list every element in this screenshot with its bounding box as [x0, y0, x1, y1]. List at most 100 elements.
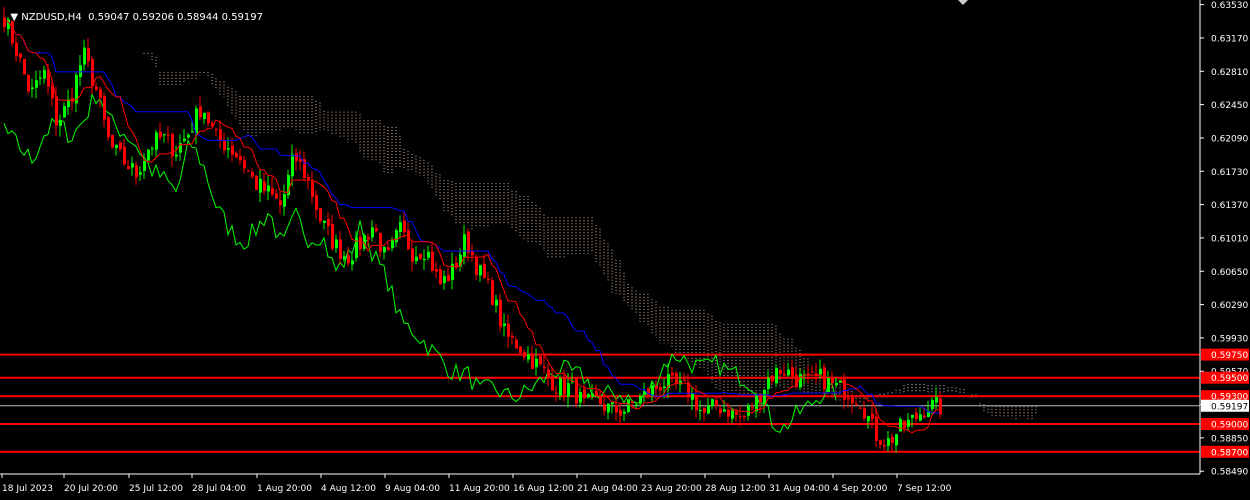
- candle-body: [167, 134, 170, 136]
- x-tick-label: 4 Sep 20:00: [833, 484, 888, 494]
- candle-body: [151, 148, 154, 150]
- candle-body: [923, 415, 926, 418]
- candle-body: [819, 368, 822, 375]
- y-tick-label: 0.63170: [1211, 34, 1248, 44]
- candle-body: [475, 256, 478, 276]
- candle-body: [423, 258, 426, 260]
- level-tag-label: 0.59500: [1211, 374, 1248, 384]
- candle-body: [911, 414, 914, 418]
- candle-body: [119, 142, 122, 150]
- candle-body: [719, 408, 722, 414]
- candle-body: [487, 279, 490, 281]
- candle-body: [175, 154, 178, 157]
- candle-body: [847, 397, 850, 400]
- candle-body: [743, 416, 746, 418]
- candle-body: [483, 263, 486, 278]
- candle-body: [839, 380, 842, 383]
- candle-body: [503, 323, 506, 327]
- candle-body: [623, 411, 626, 414]
- symbol-label: NZDUSD,H4: [21, 12, 82, 23]
- candle-body: [915, 412, 918, 419]
- candle-body: [587, 394, 590, 398]
- x-tick-label: 7 Sep 12:00: [897, 484, 952, 494]
- candle-body: [235, 153, 238, 158]
- candle-body: [663, 386, 666, 389]
- x-tick-label: 20 Jul 20:00: [64, 484, 118, 494]
- candle-body: [391, 240, 394, 249]
- candle-body: [711, 399, 714, 406]
- candle-body: [251, 172, 254, 177]
- candle-body: [39, 77, 42, 79]
- candle-body: [639, 396, 642, 404]
- level-tag-label: 0.59000: [1211, 421, 1248, 431]
- candle-body: [871, 413, 874, 420]
- candle-body: [223, 140, 226, 151]
- y-tick-label: 0.62810: [1211, 68, 1248, 78]
- candle-body: [699, 410, 702, 412]
- candle-body: [315, 195, 318, 210]
- candle-body: [535, 358, 538, 368]
- candle-body: [339, 239, 342, 259]
- x-tick-label: 28 Jul 04:00: [192, 484, 246, 494]
- candle-body: [291, 154, 294, 177]
- candle-body: [271, 188, 274, 195]
- candle-body: [715, 399, 718, 406]
- candle-body: [895, 434, 898, 446]
- candle-body: [431, 251, 434, 271]
- y-tick-label: 0.59930: [1211, 334, 1248, 344]
- candle-body: [695, 395, 698, 411]
- y-tick-label: 0.60290: [1211, 301, 1248, 311]
- candle-body: [195, 108, 198, 134]
- chikou-span: [3, 92, 837, 434]
- candle-body: [31, 87, 34, 89]
- candle-body: [295, 153, 298, 162]
- y-tick-label: 0.58490: [1211, 468, 1248, 478]
- candle-body: [19, 53, 22, 58]
- candle-body: [659, 386, 662, 391]
- candle-body: [463, 234, 466, 258]
- candle-body: [735, 411, 738, 415]
- candle-body: [367, 237, 370, 240]
- y-tick-label: 0.62090: [1211, 134, 1248, 144]
- candle-body: [387, 247, 390, 251]
- candle-body: [123, 146, 126, 165]
- candle-body: [91, 59, 94, 87]
- price-chart[interactable]: 0.63530 0.63170 0.62810 0.62450 0.62090 0.617…: [0, 0, 1250, 500]
- candle-body: [239, 156, 242, 161]
- candle-body: [611, 402, 614, 405]
- candle-body: [591, 393, 594, 396]
- candle-body: [247, 170, 250, 172]
- candle-body: [379, 233, 382, 252]
- candle-body: [219, 129, 222, 141]
- candle-body: [83, 47, 86, 65]
- candle-body: [775, 367, 778, 384]
- candle-body: [723, 409, 726, 412]
- x-tick-label: 4 Aug 12:00: [321, 484, 376, 494]
- candle-body: [823, 367, 826, 390]
- candle-body: [603, 404, 606, 411]
- candle-body: [243, 160, 246, 169]
- candle-body: [783, 373, 786, 376]
- candle-body: [531, 353, 534, 370]
- candle-body: [599, 396, 602, 405]
- y-tick-label: 0.62450: [1211, 101, 1248, 111]
- x-tick-label: 31 Aug 04:00: [769, 484, 830, 494]
- candle-body: [595, 390, 598, 396]
- candle-body: [563, 376, 566, 395]
- candle-body: [435, 269, 438, 272]
- candle-body: [95, 86, 98, 90]
- candle-body: [903, 420, 906, 428]
- candle-body: [543, 366, 546, 369]
- candle-body: [111, 134, 114, 148]
- candle-body: [683, 379, 686, 382]
- chart-shift-icon[interactable]: [958, 0, 968, 5]
- candle-body: [899, 419, 902, 432]
- candle-body: [371, 227, 374, 238]
- candle-body: [183, 138, 186, 141]
- candle-body: [919, 414, 922, 421]
- candle-body: [727, 409, 730, 417]
- current-price-label: 0.59197: [1211, 402, 1248, 412]
- candle-body: [779, 369, 782, 374]
- candle-body: [311, 181, 314, 197]
- candle-body: [143, 160, 146, 171]
